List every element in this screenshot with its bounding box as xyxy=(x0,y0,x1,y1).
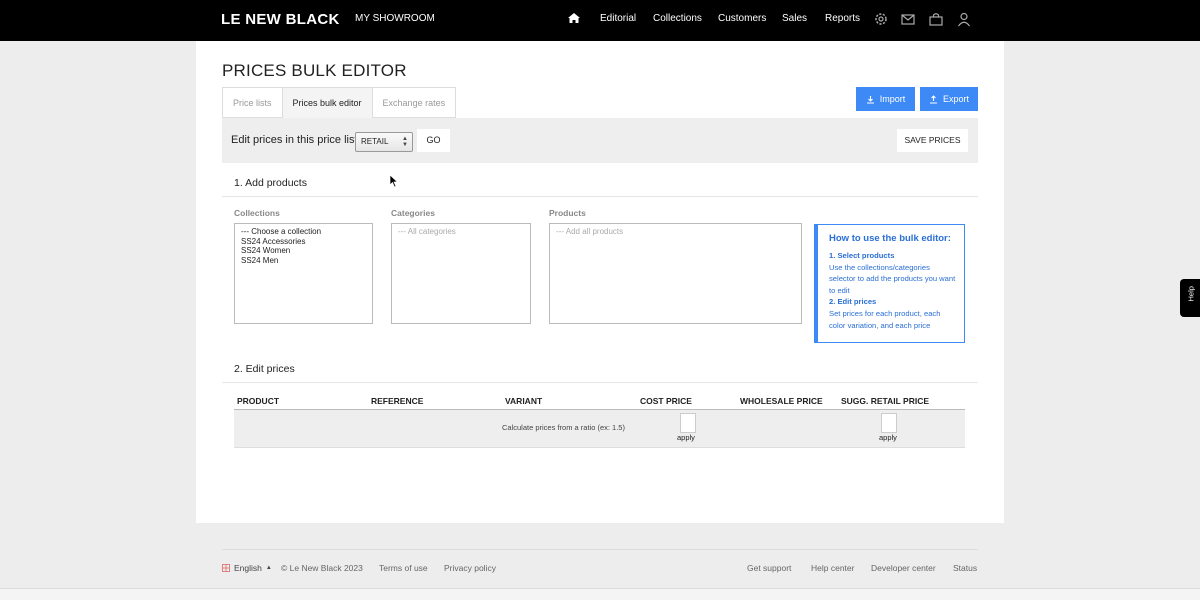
col-wholesale-price: WHOLESALE PRICE xyxy=(740,396,823,406)
copyright: © Le New Black 2023 xyxy=(281,563,363,573)
my-showroom-link[interactable]: MY SHOWROOM xyxy=(355,13,435,24)
howto-title: How to use the bulk editor: xyxy=(829,233,951,244)
language-selector[interactable]: English ▲ xyxy=(222,563,272,573)
howto-step2-text: Set prices for each product, each color … xyxy=(829,308,941,330)
mouse-cursor-icon xyxy=(389,174,399,188)
privacy-link[interactable]: Privacy policy xyxy=(444,563,496,573)
list-item[interactable]: --- All categories xyxy=(398,227,524,237)
developer-center-link[interactable]: Developer center xyxy=(871,563,936,573)
col-sugg-retail-price: SUGG. RETAIL PRICE xyxy=(841,396,930,406)
col-product: PRODUCT xyxy=(237,396,280,406)
price-list-label: Edit prices in this price list: xyxy=(231,134,361,146)
footer-divider xyxy=(222,549,978,550)
list-item[interactable]: SS24 Men xyxy=(241,256,366,266)
bag-icon[interactable] xyxy=(928,11,944,27)
help-tab[interactable]: Help xyxy=(1180,279,1200,317)
col-reference: REFERENCE xyxy=(371,396,424,406)
flag-icon xyxy=(222,564,230,572)
browser-bottom-edge xyxy=(0,588,1200,600)
get-support-link[interactable]: Get support xyxy=(747,563,791,573)
tab-prices-bulk-editor[interactable]: Prices bulk editor xyxy=(281,87,373,118)
settings-icon[interactable] xyxy=(873,11,889,27)
list-item[interactable]: --- Choose a collection xyxy=(241,227,366,237)
howto-step2-title: 2. Edit prices xyxy=(829,297,877,307)
howto-step1-text: Use the collections/categories selector … xyxy=(829,262,956,295)
list-item[interactable]: SS24 Accessories xyxy=(241,237,366,247)
howto-panel: How to use the bulk editor: 1. Select pr… xyxy=(814,224,965,343)
ratio-label: Calculate prices from a ratio (ex: 1.5) xyxy=(502,423,625,432)
save-prices-button[interactable]: SAVE PRICES xyxy=(897,129,968,152)
mail-icon[interactable] xyxy=(900,11,916,27)
products-label: Products xyxy=(549,208,586,218)
tab-exchange-rates[interactable]: Exchange rates xyxy=(371,87,457,118)
nav-reports[interactable]: Reports xyxy=(825,13,860,24)
price-list-select[interactable]: RETAIL ▲ ▼ xyxy=(355,132,413,152)
add-products-heading: 1. Add products xyxy=(234,177,307,189)
collections-label: Collections xyxy=(234,208,280,218)
help-tab-label: Help xyxy=(1186,286,1196,302)
language-label: English xyxy=(234,563,262,573)
nav-sales[interactable]: Sales xyxy=(782,13,807,24)
user-icon[interactable] xyxy=(956,11,972,27)
nav-collections[interactable]: Collections xyxy=(653,13,702,24)
nav-customers[interactable]: Customers xyxy=(718,13,766,24)
price-list-selected: RETAIL xyxy=(361,137,389,146)
divider xyxy=(222,196,978,197)
page-title: PRICES BULK EDITOR xyxy=(222,61,407,80)
products-listbox[interactable]: --- Add all products xyxy=(549,223,802,324)
import-label: Import xyxy=(879,94,906,104)
home-icon[interactable] xyxy=(567,11,581,25)
status-link[interactable]: Status xyxy=(953,563,977,573)
tab-bar: Price lists Prices bulk editor Exchange … xyxy=(222,87,457,118)
tab-price-lists[interactable]: Price lists xyxy=(222,87,283,118)
retail-apply-button[interactable]: apply xyxy=(879,433,897,442)
divider xyxy=(222,382,978,383)
logo[interactable]: LE NEW BLACK xyxy=(221,11,340,28)
top-navbar: LE NEW BLACK MY SHOWROOM Editorial Colle… xyxy=(0,0,1200,41)
go-button[interactable]: GO xyxy=(417,129,450,152)
col-cost-price: COST PRICE xyxy=(640,396,692,406)
select-arrows-icon: ▲ ▼ xyxy=(402,136,408,148)
export-label: Export xyxy=(942,94,969,104)
caret-up-icon: ▲ xyxy=(265,565,272,571)
edit-prices-heading: 2. Edit prices xyxy=(234,363,295,375)
terms-link[interactable]: Terms of use xyxy=(379,563,428,573)
export-button[interactable]: Export xyxy=(920,87,978,111)
cost-ratio-input[interactable] xyxy=(680,413,696,433)
cost-apply-button[interactable]: apply xyxy=(677,433,695,442)
help-center-link[interactable]: Help center xyxy=(811,563,854,573)
categories-label: Categories xyxy=(391,208,435,218)
list-item[interactable]: SS24 Women xyxy=(241,246,366,256)
howto-step1-title: 1. Select products xyxy=(829,251,895,260)
import-button[interactable]: Import xyxy=(856,87,915,111)
collections-listbox[interactable]: --- Choose a collection SS24 Accessories… xyxy=(234,223,373,324)
export-icon xyxy=(929,94,937,104)
retail-ratio-input[interactable] xyxy=(881,413,897,433)
col-variant: VARIANT xyxy=(505,396,543,406)
import-icon xyxy=(866,95,874,104)
list-item[interactable]: --- Add all products xyxy=(556,227,795,237)
categories-listbox[interactable]: --- All categories xyxy=(391,223,531,324)
nav-editorial[interactable]: Editorial xyxy=(600,13,636,24)
